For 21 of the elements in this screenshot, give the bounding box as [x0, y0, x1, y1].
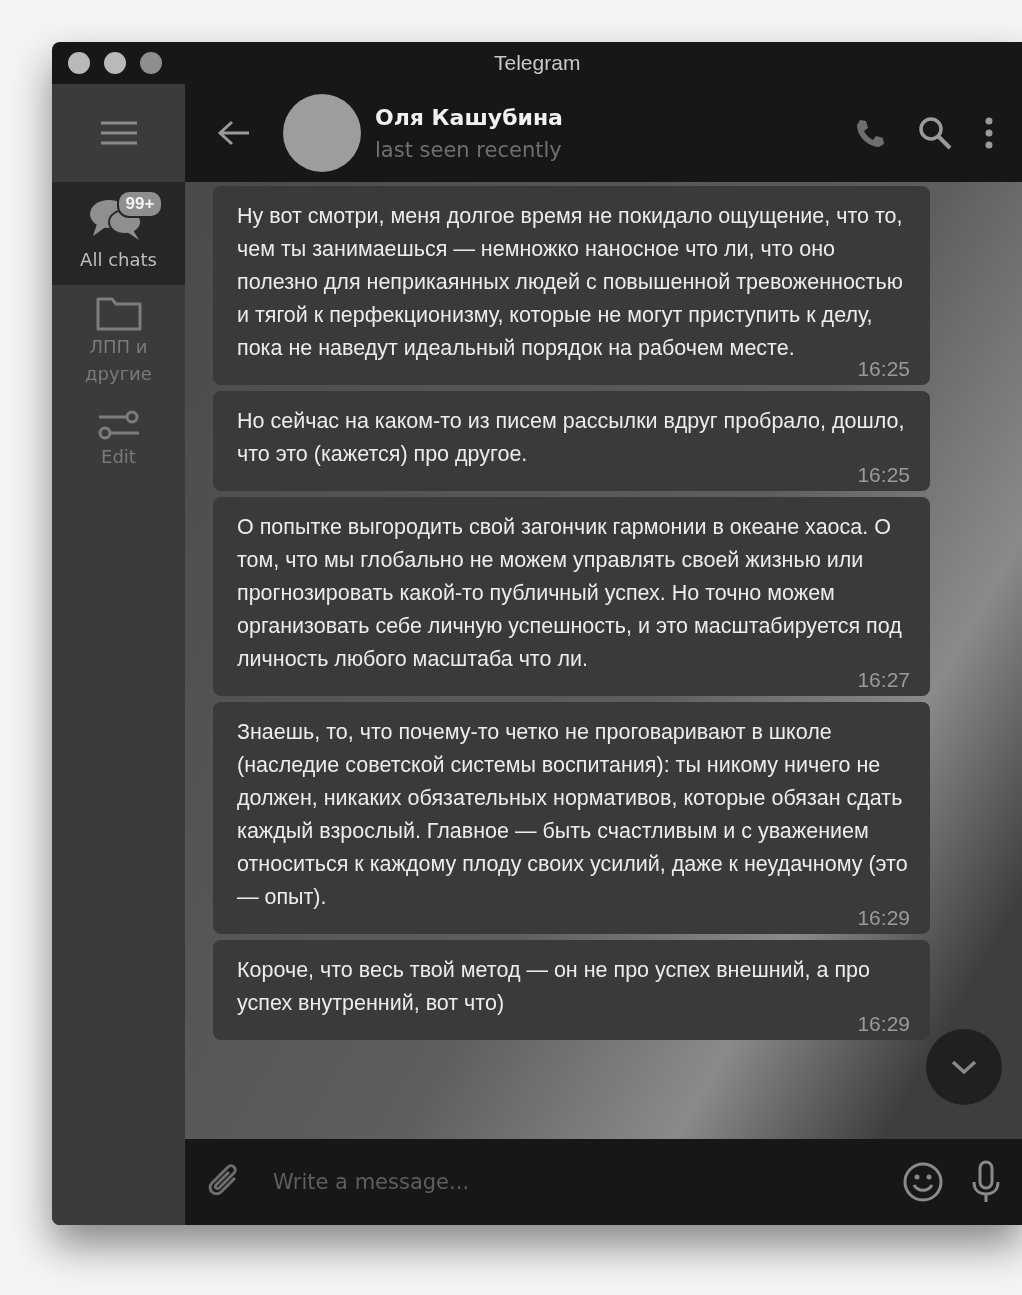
unread-count-badge: 99+: [116, 190, 164, 218]
menu-icon[interactable]: [99, 120, 138, 146]
folder-tab[interactable]: ЛПП и другие: [52, 285, 185, 399]
window-title: Telegram: [494, 51, 581, 75]
back-arrow-icon[interactable]: [217, 119, 251, 147]
microphone-icon[interactable]: [970, 1160, 1002, 1204]
close-button[interactable]: [68, 52, 90, 74]
folder-tab[interactable]: Edit: [52, 399, 185, 482]
contact-name: Оля Кашубина: [375, 104, 563, 130]
smiley-icon[interactable]: [902, 1161, 944, 1203]
minimize-button[interactable]: [104, 52, 126, 74]
phone-icon[interactable]: [854, 117, 886, 149]
sliders-icon: [96, 409, 141, 441]
folder-icon: [95, 295, 142, 331]
more-icon[interactable]: [984, 116, 994, 150]
search-icon[interactable]: [918, 116, 952, 150]
folder-tab[interactable]: 99+ All chats: [52, 182, 185, 285]
message-input[interactable]: Write a message...: [271, 1169, 876, 1195]
chevron-down-icon: [949, 1058, 979, 1076]
contact-status: last seen recently: [375, 137, 563, 162]
zoom-button[interactable]: [140, 52, 162, 74]
